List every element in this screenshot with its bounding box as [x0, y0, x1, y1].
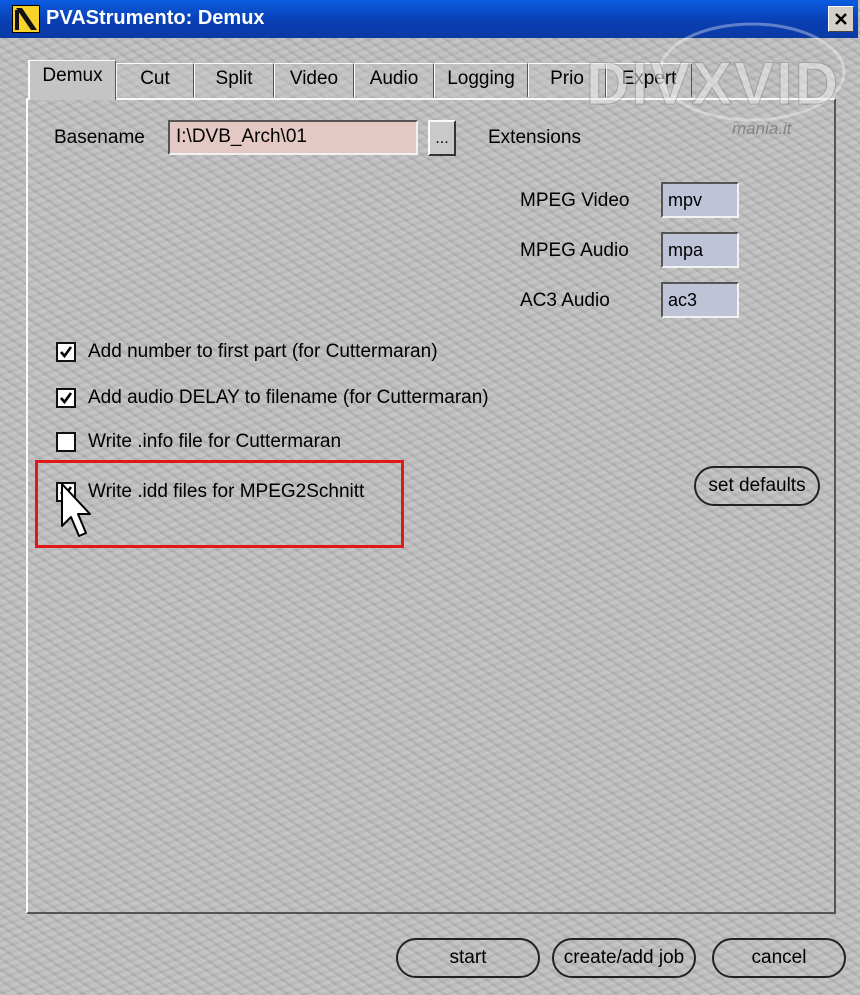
tab-expert[interactable]: Expert	[606, 63, 692, 97]
tab-cut[interactable]: Cut	[116, 63, 194, 97]
title-bar[interactable]: PVAStrumento: Demux	[0, 0, 858, 38]
basename-label: Basename	[54, 127, 145, 148]
demux-dialog: PVAStrumento: Demux Demux Cut Split Vide…	[0, 0, 860, 995]
browse-button[interactable]: ...	[428, 120, 456, 156]
tab-audio[interactable]: Audio	[354, 63, 434, 97]
ac3-audio-label: AC3 Audio	[520, 290, 610, 311]
mouse-cursor-icon	[58, 482, 94, 548]
window-title: PVAStrumento: Demux	[46, 7, 265, 29]
create-add-job-button[interactable]: create/add job	[552, 938, 696, 978]
cancel-button[interactable]: cancel	[712, 938, 846, 978]
write-info-label: Write .info file for Cuttermaran	[88, 431, 342, 452]
tab-prio[interactable]: Prio	[528, 63, 606, 97]
add-number-checkbox[interactable]	[56, 342, 76, 362]
app-icon	[12, 5, 40, 33]
mpeg-video-ext-input[interactable]: mpv	[661, 182, 739, 218]
set-defaults-button[interactable]: set defaults	[694, 466, 820, 506]
mpeg-audio-ext-input[interactable]: mpa	[661, 232, 739, 268]
add-number-label: Add number to first part (for Cuttermara…	[88, 341, 438, 362]
add-audio-delay-checkbox[interactable]	[56, 388, 76, 408]
close-button[interactable]	[828, 6, 854, 32]
add-audio-delay-label: Add audio DELAY to filename (for Cutterm…	[88, 387, 489, 408]
ac3-audio-ext-input[interactable]: ac3	[661, 282, 739, 318]
extensions-label: Extensions	[488, 127, 581, 148]
checkmark-icon	[60, 392, 73, 405]
tab-video[interactable]: Video	[274, 63, 354, 97]
mpeg-video-label: MPEG Video	[520, 190, 630, 211]
close-icon	[835, 13, 847, 25]
mpeg-audio-label: MPEG Audio	[520, 240, 629, 261]
start-button[interactable]: start	[396, 938, 540, 978]
tab-demux[interactable]: Demux	[28, 60, 116, 100]
tab-split[interactable]: Split	[194, 63, 274, 97]
tab-logging[interactable]: Logging	[434, 63, 528, 97]
write-info-checkbox[interactable]	[56, 432, 76, 452]
checkmark-icon	[60, 346, 73, 359]
basename-input[interactable]: I:\DVB_Arch\01	[168, 120, 418, 155]
